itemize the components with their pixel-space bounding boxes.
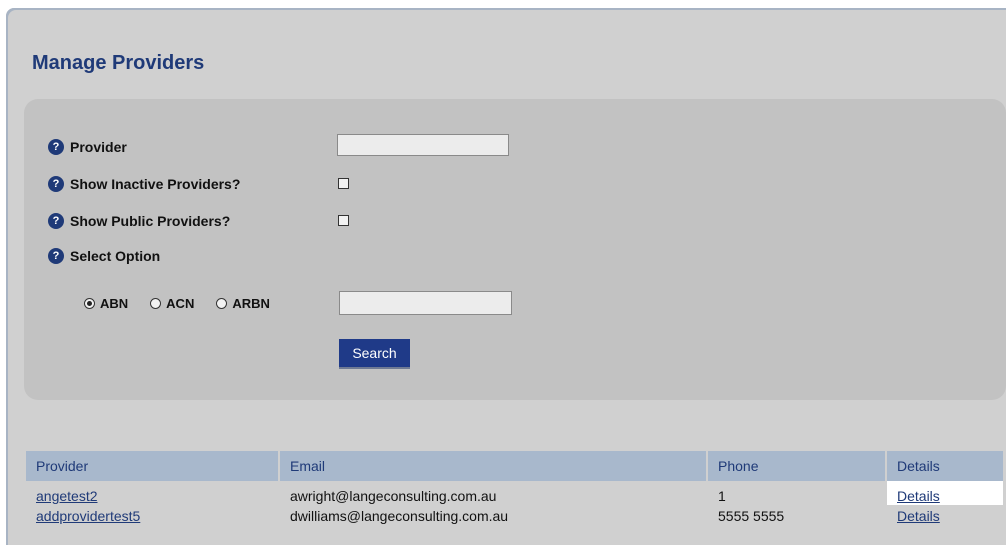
inactive-field-row: ? Show Inactive Providers? xyxy=(48,176,240,192)
radio-arbn[interactable]: ARBN xyxy=(216,296,270,311)
radio-arbn-label: ARBN xyxy=(232,296,270,311)
radio-abn-label: ABN xyxy=(100,296,129,311)
search-button[interactable]: Search xyxy=(339,339,410,367)
identifier-type-radio-group: ABN ACN ARBN xyxy=(84,296,270,311)
provider-field-row: ? Provider xyxy=(48,139,127,155)
radio-button[interactable] xyxy=(150,298,162,309)
table-row: angetest2 awright@langeconsulting.com.au… xyxy=(26,481,1003,505)
phone-cell: 1 xyxy=(707,481,887,505)
radio-acn[interactable]: ACN xyxy=(150,296,194,311)
provider-cell: angetest2 xyxy=(26,481,280,505)
provider-link[interactable]: angetest2 xyxy=(36,488,98,504)
radio-acn-label: ACN xyxy=(166,296,195,311)
provider-cell: addprovidertest5 xyxy=(26,505,280,526)
provider-link[interactable]: addprovidertest5 xyxy=(36,508,140,524)
radio-button[interactable] xyxy=(216,298,228,309)
radio-button[interactable] xyxy=(84,298,95,309)
details-link[interactable]: Details xyxy=(897,488,940,504)
inactive-providers-label: Show Inactive Providers? xyxy=(70,176,241,192)
help-icon[interactable]: ? xyxy=(48,213,64,229)
providers-table: Provider Email Phone Details angetest2 a… xyxy=(26,451,1003,526)
public-providers-checkbox[interactable] xyxy=(338,215,349,226)
select-option-row: ? Select Option xyxy=(48,248,160,264)
select-option-label: Select Option xyxy=(70,248,161,264)
help-icon[interactable]: ? xyxy=(48,248,64,264)
provider-label: Provider xyxy=(70,139,127,155)
inactive-providers-checkbox[interactable] xyxy=(338,178,349,189)
page-title: Manage Providers xyxy=(32,52,205,74)
details-cell: Details xyxy=(886,505,1003,526)
phone-cell: 5555 5555 xyxy=(707,505,887,526)
column-header-email[interactable]: Email xyxy=(279,451,708,481)
public-providers-label: Show Public Providers? xyxy=(70,213,231,229)
column-header-details: Details xyxy=(886,451,1003,481)
radio-abn[interactable]: ABN xyxy=(84,296,128,311)
table-header-row: Provider Email Phone Details xyxy=(26,451,1003,481)
email-cell: dwilliams@langeconsulting.com.au xyxy=(279,505,708,526)
public-field-row: ? Show Public Providers? xyxy=(48,213,230,229)
provider-input[interactable] xyxy=(337,134,509,156)
help-icon[interactable]: ? xyxy=(48,139,64,155)
search-panel xyxy=(24,99,1006,400)
column-header-phone[interactable]: Phone xyxy=(707,451,887,481)
column-header-provider[interactable]: Provider xyxy=(26,451,280,481)
details-link[interactable]: Details xyxy=(897,508,940,524)
help-icon[interactable]: ? xyxy=(48,176,64,192)
table-row: addprovidertest5 dwilliams@langeconsulti… xyxy=(26,505,1003,526)
email-cell: awright@langeconsulting.com.au xyxy=(279,481,708,505)
details-cell: Details xyxy=(886,481,1003,505)
identifier-input[interactable] xyxy=(339,291,512,315)
